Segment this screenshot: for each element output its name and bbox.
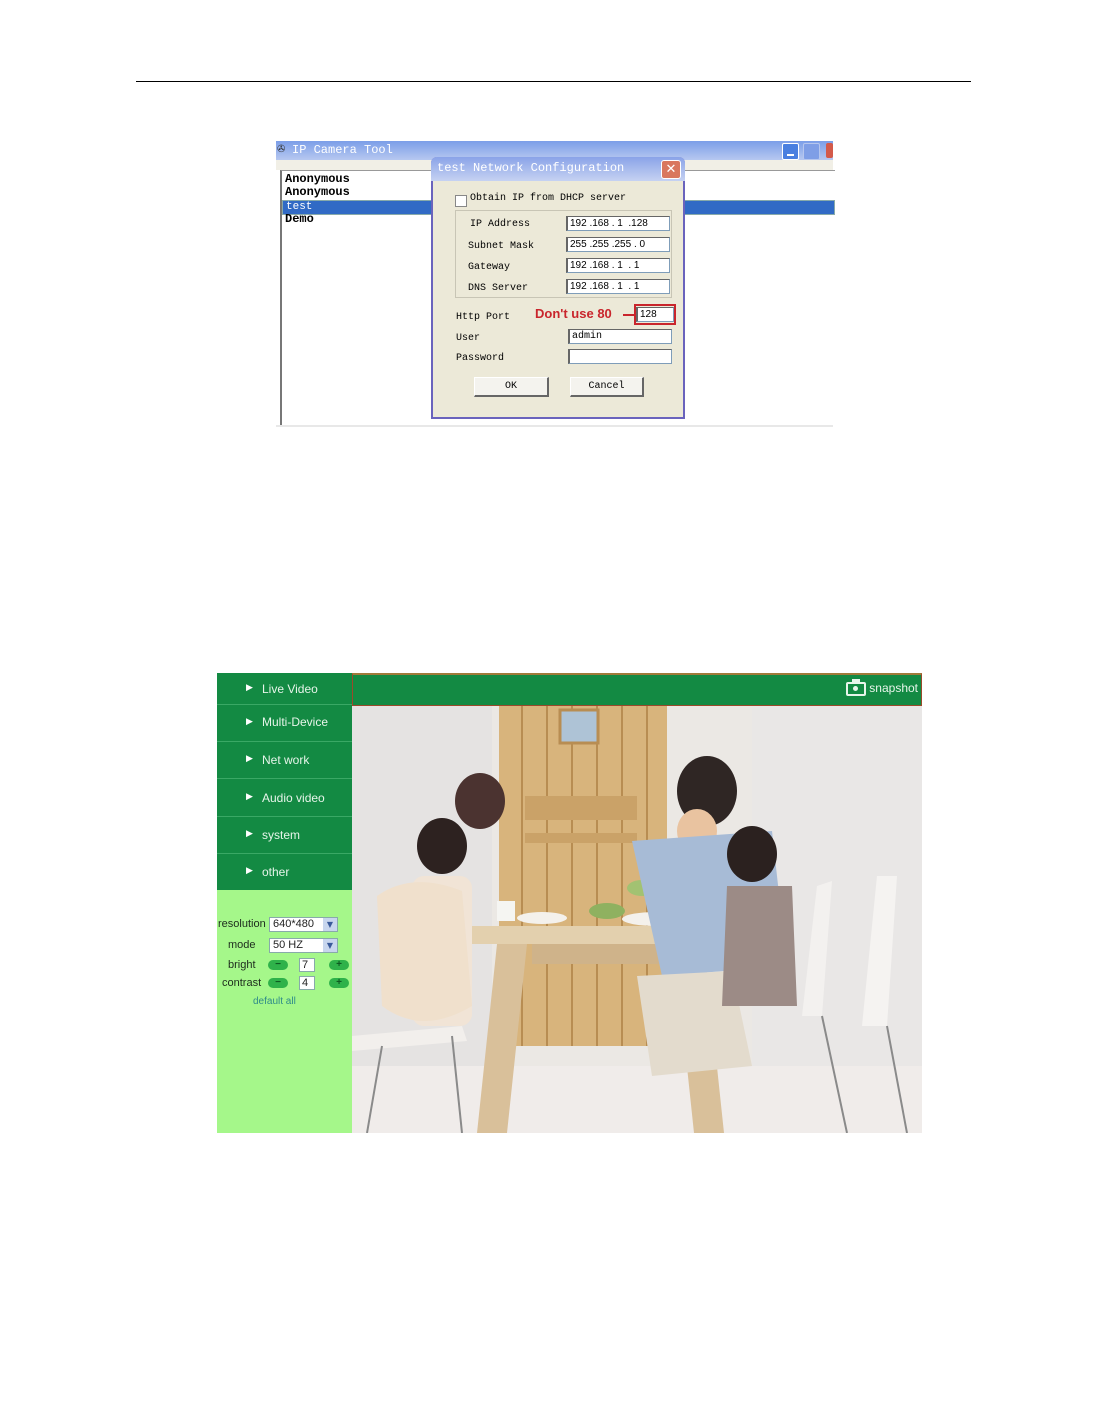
subnet-mask-label: Subnet Mask	[468, 241, 535, 252]
menu-item-system[interactable]: ▶ system	[217, 817, 352, 854]
chevron-down-icon: ▼	[323, 918, 337, 931]
dialog-titlebar: test Network Configuration ✕	[431, 157, 685, 181]
menu-item-label: system	[262, 828, 301, 842]
window-bottom-edge	[276, 425, 833, 427]
user-label: User	[456, 333, 481, 344]
password-field[interactable]	[568, 349, 672, 364]
camera-icon	[846, 678, 867, 696]
mode-select[interactable]: 50 HZ ▼	[269, 938, 338, 953]
dhcp-label: Obtain IP from DHCP server	[470, 193, 627, 204]
snapshot-button[interactable]: snapshot	[846, 678, 918, 696]
resolution-select[interactable]: 640*480 ▼	[269, 917, 338, 932]
close-button[interactable]	[826, 143, 833, 158]
menu-item-label: Net work	[262, 753, 310, 767]
mode-label: mode	[228, 939, 256, 951]
dns-server-field[interactable]: 192 .168 . 1 . 1	[566, 279, 670, 294]
contrast-label: contrast	[222, 977, 262, 989]
menu-item-multi-device[interactable]: ▶ Multi-Device	[217, 705, 352, 742]
annotation-pointer	[623, 314, 634, 316]
sidebar-menu: ▶ Live Video ▶ Multi-Device ▶ Net work ▶…	[217, 673, 352, 890]
menu-item-label: Audio video	[262, 791, 325, 805]
minimize-button[interactable]	[782, 143, 799, 160]
play-triangle-icon: ▶	[246, 717, 253, 727]
bright-plus-button[interactable]: +	[329, 960, 349, 970]
menu-item-audio-video[interactable]: ▶ Audio video	[217, 779, 352, 817]
sidebar: ▶ Live Video ▶ Multi-Device ▶ Net work ▶…	[217, 673, 352, 1133]
resolution-label: resolution	[218, 918, 266, 930]
network-config-dialog: test Network Configuration ✕ Obtain IP f…	[431, 157, 685, 419]
live-video-feed[interactable]	[352, 706, 922, 1133]
resolution-value: 640*480	[273, 918, 314, 930]
gateway-field[interactable]: 192 .168 . 1 . 1	[566, 258, 670, 273]
maximize-button[interactable]	[803, 143, 820, 160]
snapshot-label: snapshot	[869, 681, 918, 695]
window-title: IP Camera Tool	[292, 143, 393, 157]
http-port-label: Http Port	[456, 312, 511, 323]
play-triangle-icon: ▶	[246, 866, 253, 876]
contrast-value[interactable]: 4	[299, 976, 315, 990]
menu-item-label: Live Video	[262, 682, 318, 696]
contrast-plus-button[interactable]: +	[329, 978, 349, 988]
dns-server-label: DNS Server	[468, 283, 529, 294]
video-toolbar: snapshot	[352, 673, 922, 706]
play-triangle-icon: ▶	[246, 792, 253, 802]
mode-value: 50 HZ	[273, 939, 303, 951]
ip-address-field[interactable]: 192 .168 . 1 .128	[566, 216, 670, 231]
menu-item-network[interactable]: ▶ Net work	[217, 742, 352, 779]
play-triangle-icon: ▶	[246, 829, 253, 839]
play-triangle-icon: ▶	[246, 754, 253, 764]
dhcp-checkbox[interactable]	[455, 195, 467, 207]
ok-button[interactable]: OK	[474, 377, 549, 397]
user-field[interactable]: admin	[568, 329, 672, 344]
play-triangle-icon: ▶	[246, 683, 253, 693]
password-label: Password	[456, 353, 505, 364]
page-header-rule	[136, 81, 971, 82]
contrast-minus-button[interactable]: −	[268, 978, 288, 988]
default-all-link[interactable]: default all	[253, 996, 296, 1007]
http-port-field[interactable]: 128	[636, 307, 674, 322]
menu-item-label: other	[262, 865, 290, 879]
bright-label: bright	[228, 959, 256, 971]
chevron-down-icon: ▼	[323, 939, 337, 952]
menu-item-other[interactable]: ▶ other	[217, 854, 352, 890]
gateway-label: Gateway	[468, 262, 511, 273]
bright-minus-button[interactable]: −	[268, 960, 288, 970]
camera-tool-icon: ✇	[277, 144, 286, 155]
bright-value[interactable]: 7	[299, 958, 315, 972]
subnet-mask-field[interactable]: 255 .255 .255 . 0	[566, 237, 670, 252]
video-frame-illustration	[352, 706, 922, 1133]
dialog-title: test Network Configuration	[437, 161, 625, 175]
port-warning-annotation: Don't use 80	[535, 306, 612, 321]
cancel-button[interactable]: Cancel	[570, 377, 644, 397]
close-icon[interactable]: ✕	[661, 160, 681, 179]
ip-address-label: IP Address	[470, 219, 531, 230]
menu-item-live-video[interactable]: ▶ Live Video	[217, 673, 352, 705]
camera-web-interface: ▶ Live Video ▶ Multi-Device ▶ Net work ▶…	[217, 673, 922, 1133]
menu-item-label: Multi-Device	[262, 715, 329, 729]
